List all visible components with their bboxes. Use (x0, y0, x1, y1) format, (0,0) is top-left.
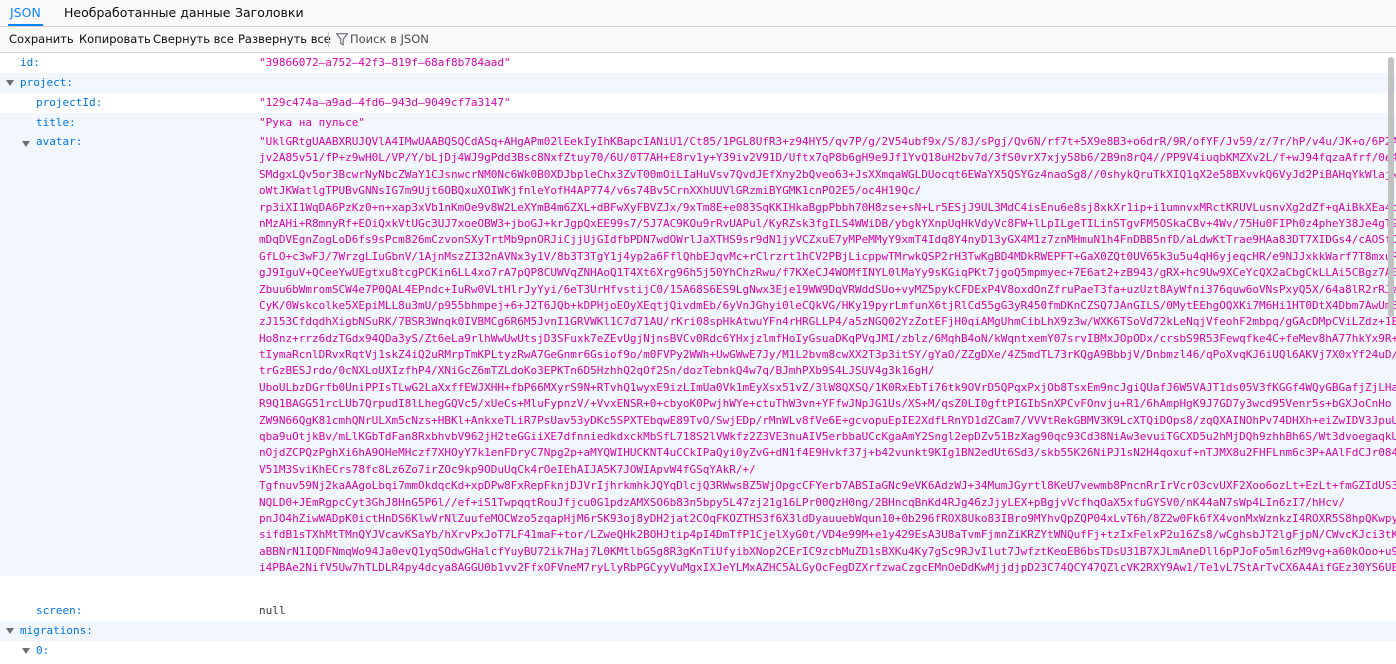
chevron-down-icon[interactable] (22, 141, 30, 147)
chevron-down-icon[interactable] (6, 80, 14, 86)
avatar-line: NQLD0+JEmRgpcCyt3GhJ8HnG5P6l//ef+iS1Twpq… (259, 495, 1346, 509)
avatar-line: qba9uOtjkBv/mLlKGbTdFan8RxbhvbV962jH2teG… (259, 430, 1396, 444)
scrollbar-thumb[interactable] (1388, 57, 1394, 317)
tree-row-screen[interactable]: screen: null (0, 601, 1396, 621)
chevron-down-icon[interactable] (6, 628, 14, 634)
toolbar-separator (328, 32, 329, 47)
avatar-line: nOjdZCPQzPghXi6hA9OHeMHczf7XHOyY7k1enFDr… (259, 446, 1396, 460)
tree-row-id[interactable]: id: "39866072–a752–42f3–819f–68af8b784aa… (0, 53, 1396, 73)
tree-row-title[interactable]: title: "Рука на пульсе" (0, 113, 1396, 133)
tab-headers[interactable]: Заголовки (233, 0, 306, 26)
value-projectid: "129c474a–a9ad–4fd6–943d–9049cf7a3147" (259, 96, 511, 109)
tree-row-project[interactable]: project: (0, 73, 1396, 93)
avatar-line: zJ153CfdqdhXigbNSuRK/7BSR3Wnqk0IVBMCg6R6… (259, 315, 1396, 329)
expand-all-button[interactable]: Развернуть все (238, 27, 331, 52)
key-project: project: (20, 76, 73, 89)
avatar-line: GfLO+c3wFJ/7WrzgLIuGbnV/1AjnMszZI32nAVNx… (259, 249, 1396, 263)
vertical-scrollbar[interactable] (1386, 53, 1396, 664)
key-projectid: projectId: (36, 96, 103, 109)
tree-row-avatar[interactable]: avatar: "UklGRtgUAABXRUJQVlA4IMwUAABQSQC… (0, 133, 1396, 576)
avatar-line: mDqDVEgnZogLoD6fs9sPcm826mCzvonSXyTrtMb9… (259, 233, 1396, 247)
json-tree: id: "39866072–a752–42f3–819f–68af8b784aa… (0, 53, 1396, 664)
avatar-line: jv2A85v51/fP+z9wH0L/VP/Y/bLjDj4WJ9gPdd3B… (259, 151, 1396, 165)
copy-button[interactable]: Копировать (79, 27, 151, 52)
avatar-line: UboULbzDGrfb0UniPPIsTLwG2LaXxffEWJXHH+fb… (259, 380, 1396, 394)
avatar-line: Tgfnuv59Nj2kaAAgoLbqi7mmOkdqcKd+xpDPw8Fx… (259, 479, 1396, 493)
avatar-line: sifdB1sTXhMtTMnQYJVcavKSaYb/hXrvPxJoT7LF… (259, 528, 1396, 542)
avatar-line: R9Q1BAGG51rcLUb7QrpudI8lLhegGQVc5/xUeCs+… (259, 397, 1392, 411)
key-migrations: migrations: (20, 624, 93, 637)
avatar-line: CyK/0Wskcolke5XEpiMLL8u3mU/p955bhmpej+6+… (259, 298, 1396, 312)
avatar-line: SMdgxLQv5or3BcwrNyNbcZWaY1CJsnwcrNM0Nc6W… (259, 167, 1396, 181)
value-screen: null (259, 604, 286, 617)
filter-box (336, 27, 836, 52)
tree-row-migrations[interactable]: migrations: (0, 621, 1396, 641)
avatar-line: ZW9N66QgK81cmhQNrULXm5cNzs+HBKl+AnkxeTLi… (259, 413, 1396, 427)
tree-row-projectid[interactable]: projectId: "129c474a–a9ad–4fd6–943d–9049… (0, 93, 1396, 113)
avatar-line: i4PBAe2NifV5Uw7hTLDLR4py4dcya8AGGU0b1vv2… (259, 561, 1396, 575)
key-screen: screen: (36, 604, 83, 617)
avatar-line: aBBNrN1IQDFNmqWo94Ja0evQ1yqSOdwGHalcfYuy… (259, 544, 1396, 558)
filter-json-input[interactable] (350, 30, 830, 48)
save-button[interactable]: Сохранить (9, 27, 74, 52)
avatar-line: V51M3SviKhECrs78fc8Lz6Zo7irZOc9kp9ODuUqC… (259, 462, 756, 476)
key-id: id: (20, 56, 40, 69)
value-title: "Рука на пульсе" (259, 116, 365, 129)
tab-json[interactable]: JSON (8, 0, 43, 26)
key-migrations-0: 0: (36, 644, 50, 657)
tab-raw-data[interactable]: Необработанные данные (62, 0, 232, 26)
avatar-line: rp3iXI1WqDA6PzKz0+n+xap3xVb1nKmOe9v8W2Le… (259, 200, 1396, 214)
filter-icon (336, 33, 348, 46)
avatar-line: trGzBESJrdo/0cNXLoUXIzfhP4/XNiGcZ6mTZLdo… (259, 364, 935, 378)
avatar-line: tIymaRcnlDRvxRqtVj1skZ4iQ2uRMrpTmKPLtyzR… (259, 348, 1396, 362)
avatar-line: Zbuu6bWmromSCW4e7P0QAL4EPndc+IuRw0VLtHlr… (259, 282, 1396, 296)
avatar-line: nMzAHi+R8mnyRf+EOiQxkVtUGc3UJ7xoeOBW3+jb… (259, 216, 1396, 230)
tab-bar: JSON Необработанные данные Заголовки (0, 0, 1396, 27)
key-title: title: (36, 116, 76, 129)
avatar-line: Ho8nz+rrz6dzTGdx94QDa3yS/Zt6eLa9rlhWwUwU… (259, 331, 1396, 345)
value-avatar: "UklGRtgUAABXRUJQVlA4IMwUAABQSQCdASq+AHg… (259, 134, 1396, 577)
chevron-down-icon[interactable] (22, 648, 30, 654)
tree-row-migrations-0[interactable]: 0: (0, 641, 1396, 661)
avatar-line: pnJO4hZiwWADpK0ictHnDS6KlwVrNlZuufeMOCWz… (259, 511, 1396, 525)
value-id: "39866072–a752–42f3–819f–68af8b784aad" (259, 56, 511, 69)
avatar-line: oWtJKWatlgTPUBvGNNsIG7m9Ujt6OBQxuXOIWKjf… (259, 184, 922, 198)
collapse-all-button[interactable]: Свернуть все (153, 27, 234, 52)
avatar-line: "UklGRtgUAABXRUJQVlA4IMwUAABQSQCdASq+AHg… (259, 135, 1396, 148)
toolbar: Сохранить Копировать Свернуть все Развер… (0, 27, 1396, 53)
key-avatar: avatar: (36, 135, 83, 148)
avatar-line: gJ9IguV+QCeeYwUEgtxu8tcgPCKin6LL4xo7rA7p… (259, 266, 1396, 280)
